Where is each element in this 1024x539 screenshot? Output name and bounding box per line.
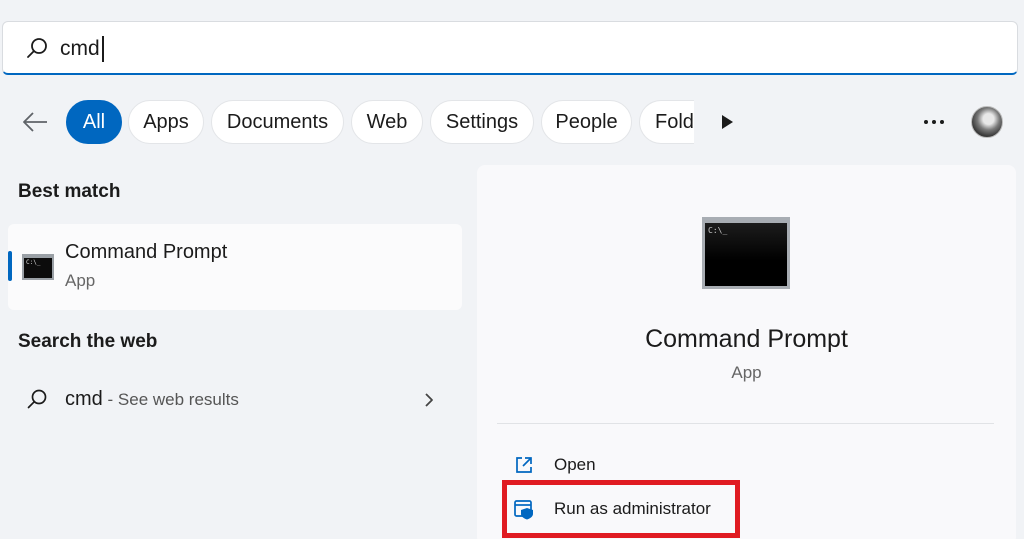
filter-chip-people[interactable]: People <box>541 100 632 144</box>
best-match-heading: Best match <box>18 181 121 202</box>
scroll-right-arrow-icon[interactable] <box>719 113 735 131</box>
command-prompt-large-icon-text: C:\_ <box>708 226 728 235</box>
user-avatar[interactable] <box>971 106 1003 138</box>
run-as-administrator-label: Run as administrator <box>554 499 711 518</box>
search-web-heading: Search the web <box>18 331 158 352</box>
detail-panel: C:\_ Command Prompt App Open Run as admi… <box>477 165 1016 539</box>
filter-chip-web[interactable]: Web <box>351 100 423 144</box>
chevron-right-icon[interactable] <box>421 391 437 409</box>
filter-chip-apps[interactable]: Apps <box>128 100 204 144</box>
web-search-query: cmd <box>65 388 103 410</box>
search-icon <box>27 38 47 58</box>
text-caret <box>101 36 104 62</box>
filter-chip-all[interactable]: All <box>66 100 122 144</box>
search-input[interactable]: cmd <box>60 35 104 63</box>
open-external-icon <box>516 457 532 473</box>
web-search-suffix: - See web results <box>102 390 239 409</box>
detail-type: App <box>731 363 762 382</box>
run-as-administrator-action[interactable]: Run as administrator <box>513 494 711 524</box>
more-options-icon[interactable] <box>922 112 946 132</box>
divider <box>497 423 994 424</box>
open-action[interactable]: Open <box>513 450 596 480</box>
best-match-title: Command Prompt <box>65 241 228 263</box>
web-search-result[interactable]: cmd - See web results <box>8 378 462 422</box>
selection-indicator <box>8 251 12 281</box>
command-prompt-icon: C:\_ <box>22 254 54 280</box>
command-prompt-icon-text: C:\_ <box>26 259 41 266</box>
best-match-type: App <box>65 271 96 290</box>
web-search-query-line: cmd - See web results <box>65 388 239 411</box>
shield-admin-icon <box>514 500 533 520</box>
detail-title: Command Prompt <box>645 325 848 353</box>
filter-chip-folders[interactable]: Fold <box>639 100 694 144</box>
open-action-label: Open <box>554 455 596 474</box>
search-query: cmd <box>60 37 100 60</box>
best-match-result[interactable]: C:\_ Command Prompt App <box>8 224 462 310</box>
back-arrow-icon[interactable] <box>20 108 50 136</box>
filter-chip-documents[interactable]: Documents <box>211 100 344 144</box>
search-box[interactable]: cmd <box>2 21 1018 75</box>
command-prompt-large-icon: C:\_ <box>702 217 790 289</box>
search-icon <box>27 389 47 409</box>
filter-chip-settings[interactable]: Settings <box>430 100 534 144</box>
